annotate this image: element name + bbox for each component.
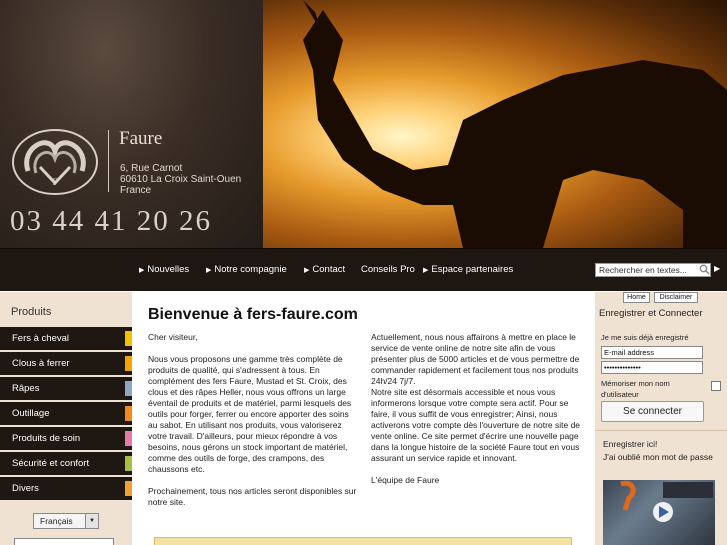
- email-field[interactable]: E-mail address: [601, 346, 703, 359]
- account-heading: Enregistrer et Connecter: [599, 308, 703, 319]
- product-color-swatch: [125, 331, 132, 346]
- product-label: Sécurité et confort: [12, 458, 90, 469]
- nav-label: Notre compagnie: [214, 264, 287, 275]
- product-item-fers[interactable]: Fers à cheval: [0, 327, 132, 350]
- already-registered-label: Je me suis déjà enregistré: [601, 333, 689, 342]
- language-select[interactable]: Français ▼: [33, 513, 99, 529]
- product-item-outillage[interactable]: Outillage: [0, 402, 132, 425]
- horseshoe-logo-icon[interactable]: F: [10, 127, 100, 197]
- play-icon[interactable]: [603, 480, 715, 545]
- horse-silhouette: [303, 0, 727, 248]
- product-label: Outillage: [12, 408, 50, 419]
- paragraph: Prochainement, tous nos articles seront …: [148, 486, 357, 507]
- product-label: Râpes: [12, 383, 40, 394]
- disclaimer-button[interactable]: Disclaimer: [654, 292, 698, 303]
- remember-checkbox[interactable]: [711, 381, 721, 391]
- connect-button[interactable]: Se connecter: [601, 401, 704, 422]
- address-line: 60610 La Croix Saint-Ouen: [120, 174, 242, 185]
- main-content: Bienvenue à fers-faure.com Cher visiteur…: [132, 292, 595, 545]
- nav-item-conseils-pro[interactable]: Conseils Pro: [361, 264, 415, 275]
- product-label: Fers à cheval: [12, 333, 70, 344]
- address-line: France: [120, 185, 152, 196]
- paragraph: Actuellement, nous nous affairons à mett…: [371, 332, 581, 463]
- page-title: Bienvenue à fers-faure.com: [148, 306, 358, 323]
- product-color-swatch: [125, 381, 132, 396]
- address-block: 6, Rue Carnot 60610 La Croix Saint-Ouen …: [120, 163, 241, 196]
- svg-text:F: F: [52, 177, 57, 187]
- search-input[interactable]: Rechercher en textes...: [595, 263, 711, 277]
- product-color-swatch: [125, 431, 132, 446]
- nav-item-notre-compagnie[interactable]: ▶ Notre compagnie: [206, 264, 287, 275]
- arrow-right-icon: ▶: [304, 267, 310, 274]
- paragraph: Cher visiteur,: [148, 332, 198, 342]
- register-link[interactable]: Enregistrer ici!: [603, 439, 657, 449]
- address-line: 6, Rue Carnot: [120, 163, 183, 174]
- nav-label: Contact: [312, 264, 346, 275]
- product-color-swatch: [125, 481, 132, 496]
- product-color-swatch: [125, 356, 132, 371]
- brand-name: Faure: [119, 128, 163, 149]
- product-color-swatch: [125, 406, 132, 421]
- main-nav: ▶ Nouvelles ▶ Notre compagnie ▶ Contact Con…: [0, 248, 727, 291]
- search-icon[interactable]: [699, 264, 710, 275]
- nav-label: Espace partenaires: [431, 264, 514, 275]
- forgot-password-link[interactable]: J'ai oublié mon mot de passe: [603, 452, 713, 462]
- nav-item-nouvelles[interactable]: ▶ Nouvelles: [139, 264, 189, 275]
- home-button[interactable]: Home: [623, 292, 650, 303]
- product-item-rapes[interactable]: Râpes: [0, 377, 132, 400]
- nav-item-contact[interactable]: ▶ Contact: [304, 264, 345, 275]
- divider: [595, 430, 727, 431]
- arrow-right-icon: ▶: [206, 267, 212, 274]
- arrow-right-icon: ▶: [423, 267, 429, 274]
- chevron-down-icon[interactable]: ▼: [85, 514, 98, 528]
- product-item-securite[interactable]: Sécurité et confort: [0, 452, 132, 475]
- language-value: Français: [40, 516, 73, 526]
- signature: L'équipe de Faure: [371, 475, 440, 485]
- products-heading: Produits: [11, 306, 52, 318]
- left-sidebar: Produits Fers à cheval Clous à ferrer Râ…: [0, 292, 132, 545]
- product-label: Clous à ferrer: [12, 358, 70, 369]
- product-label: Divers: [12, 483, 39, 494]
- phone-number: 03 44 41 20 26: [10, 205, 212, 237]
- paragraph: Nous vous proposons une gamme très compl…: [148, 354, 352, 474]
- left-secondary-input[interactable]: [14, 538, 114, 545]
- search-go-icon[interactable]: ▶: [714, 264, 720, 273]
- arrow-right-icon: ▶: [139, 267, 145, 274]
- product-item-clous[interactable]: Clous à ferrer: [0, 352, 132, 375]
- product-item-divers[interactable]: Divers: [0, 477, 132, 500]
- bottom-banner: [154, 537, 572, 545]
- nav-label: Conseils Pro: [361, 264, 415, 275]
- product-item-soin[interactable]: Produits de soin: [0, 427, 132, 450]
- remember-label: Mémoriser mon nom d'utilisateur: [601, 379, 670, 399]
- product-label: Produits de soin: [12, 433, 81, 444]
- header: F Faure 6, Rue Carnot 60610 La Croix Sai…: [0, 0, 727, 248]
- horse-photo: [263, 0, 727, 248]
- password-field[interactable]: ••••••••••••••: [601, 361, 703, 374]
- video-thumbnail[interactable]: [603, 480, 715, 545]
- nav-item-espace-partenaires[interactable]: ▶ Espace partenaires: [423, 264, 513, 275]
- logo-divider: [108, 130, 109, 192]
- content-column-right: Actuellement, nous nous affairons à mett…: [371, 332, 581, 497]
- header-brand-panel: F Faure 6, Rue Carnot 60610 La Croix Sai…: [0, 0, 263, 248]
- product-color-swatch: [125, 456, 132, 471]
- nav-label: Nouvelles: [147, 264, 190, 275]
- content-column-left: Cher visiteur, Nous vous proposons une g…: [148, 332, 357, 519]
- account-sidebar: Home Disclaimer Enregistrer et Connecter…: [595, 292, 727, 545]
